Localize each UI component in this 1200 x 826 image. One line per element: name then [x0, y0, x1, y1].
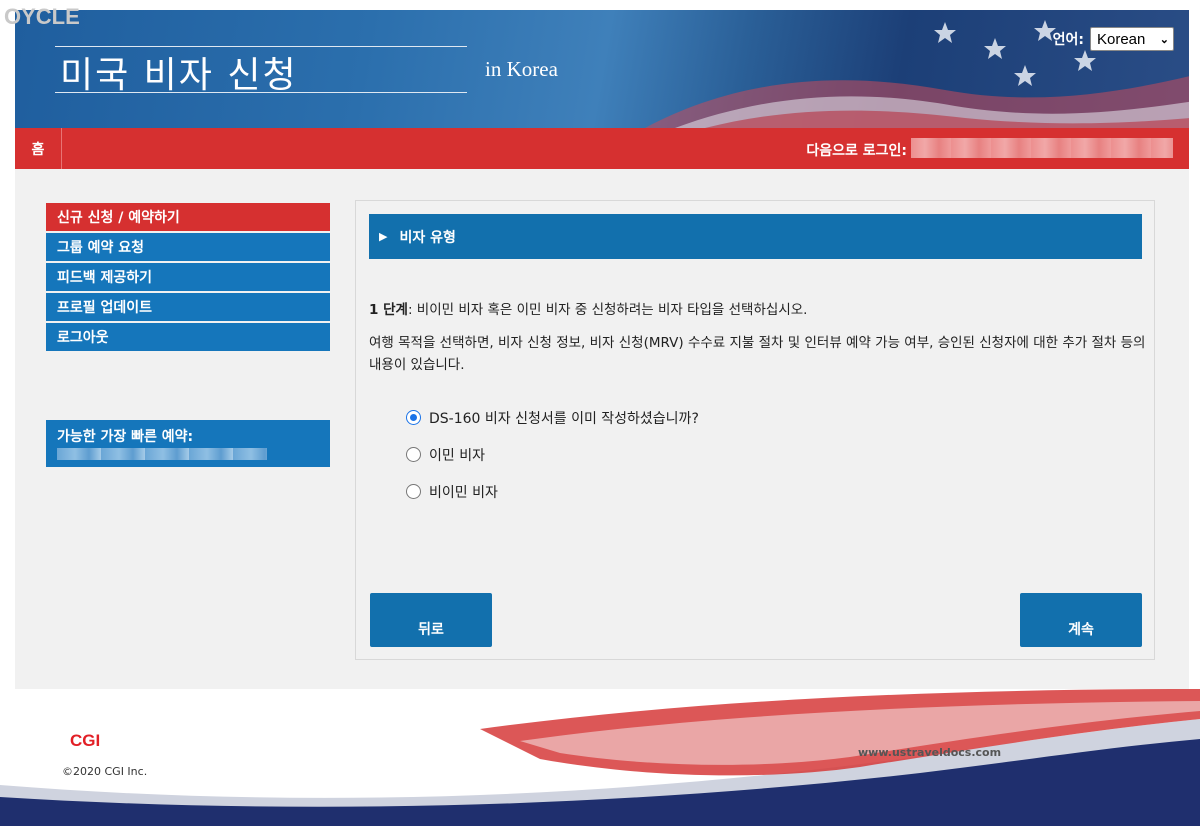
page-subtitle: in Korea: [485, 57, 558, 81]
site-url: www.ustraveldocs.com: [858, 746, 1002, 759]
sidebar-menu: 신규 신청 / 예약하기 그룹 예약 요청 피드백 제공하기 프로필 업데이트 …: [46, 203, 330, 353]
footer-wave-graphic: [0, 689, 1200, 826]
option-immigrant-visa[interactable]: 이민 비자: [406, 436, 699, 473]
site-header: 미국 비자 신청 in Korea 언어: Korean ⌄: [15, 10, 1189, 128]
option-label: 비이민 비자: [429, 484, 498, 501]
language-value: Korean: [1097, 30, 1146, 48]
option-ds160[interactable]: DS-160 비자 신청서를 이미 작성하셨습니까?: [406, 399, 699, 436]
page-title: 미국 비자 신청: [60, 55, 298, 96]
sidebar-item-feedback[interactable]: 피드백 제공하기: [46, 263, 330, 291]
step-description: 여행 목적을 선택하면, 비자 신청 정보, 비자 신청(MRV) 수수료 지불…: [369, 335, 1146, 373]
option-nonimmigrant-visa[interactable]: 비이민 비자: [406, 473, 699, 510]
redacted-appointment-date: [57, 448, 267, 460]
step-label: 1 단계: [369, 302, 408, 318]
step-instruction: 1 단계: 비이민 비자 혹은 이민 비자 중 신청하려는 비자 타입을 선택하…: [369, 298, 807, 318]
title-rule-bottom: [55, 92, 467, 93]
radio-ds160[interactable]: [406, 410, 421, 425]
language-label: 언어:: [1052, 32, 1084, 48]
panel-title: 비자 유형: [399, 229, 456, 246]
nav-home-link[interactable]: 홈: [15, 128, 62, 169]
radio-immigrant-visa[interactable]: [406, 447, 421, 462]
sidebar-item-group-appointment[interactable]: 그룹 예약 요청: [46, 233, 330, 261]
sidebar-item-new-application[interactable]: 신규 신청 / 예약하기: [46, 203, 330, 231]
step-text: : 비이민 비자 혹은 이민 비자 중 신청하려는 비자 타입을 선택하십시오.: [407, 302, 808, 318]
visa-type-panel: ▶ 비자 유형 1 단계: 비이민 비자 혹은 이민 비자 중 신청하려는 비자…: [355, 200, 1155, 660]
sidebar-item-logout[interactable]: 로그아웃: [46, 323, 330, 351]
site-footer: CGI ©2020 CGI Inc. www.ustraveldocs.com: [0, 689, 1200, 826]
language-select[interactable]: Korean ⌄: [1090, 27, 1174, 51]
cgi-logo: CGI: [70, 731, 101, 750]
watermark: OYCLE: [4, 4, 80, 29]
earliest-appointment-box: 가능한 가장 빠른 예약:: [46, 420, 330, 467]
radio-nonimmigrant-visa[interactable]: [406, 484, 421, 499]
language-selector: 언어: Korean ⌄: [1053, 27, 1174, 51]
earliest-appointment-label: 가능한 가장 빠른 예약:: [57, 429, 194, 445]
back-button[interactable]: 뒤로: [370, 593, 492, 647]
top-navbar: 홈 다음으로 로그인:: [15, 128, 1189, 169]
chevron-down-icon: ⌄: [1159, 33, 1169, 46]
sidebar-item-profile-update[interactable]: 프로필 업데이트: [46, 293, 330, 321]
option-label: DS-160 비자 신청서를 이미 작성하셨습니까?: [429, 410, 699, 427]
redacted-username: [911, 138, 1173, 158]
login-label: 다음으로 로그인:: [806, 143, 907, 159]
copyright-text: ©2020 CGI Inc.: [62, 765, 148, 778]
continue-button[interactable]: 계속: [1020, 593, 1142, 647]
option-label: 이민 비자: [429, 447, 485, 464]
panel-header: ▶ 비자 유형: [369, 214, 1142, 259]
triangle-right-icon: ▶: [379, 230, 388, 243]
visa-type-options: DS-160 비자 신청서를 이미 작성하셨습니까? 이민 비자 비이민 비자: [406, 399, 699, 510]
